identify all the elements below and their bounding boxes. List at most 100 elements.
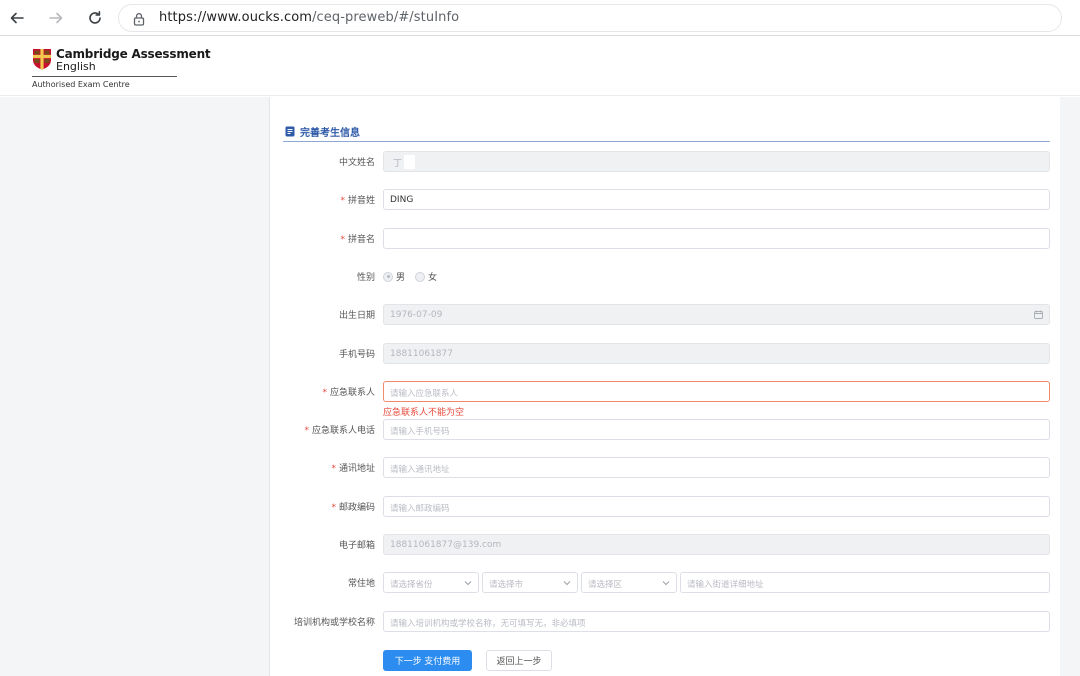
gender-female-radio[interactable] — [415, 271, 426, 282]
redaction-patch — [404, 155, 416, 169]
city-select[interactable]: 请选择市 — [482, 572, 578, 593]
school-label: 培训机构或学校名称 — [293, 618, 375, 628]
next-pay-button[interactable]: 下一步 支付费用 — [383, 650, 472, 671]
chinese-name-input[interactable]: 丁 — [383, 151, 1050, 172]
email-value: 18811061877@139.com — [390, 540, 502, 550]
gender-radio-group: 男 女 — [383, 270, 447, 283]
province-select[interactable]: 请选择省份 — [383, 572, 479, 593]
logo-subtitle: English — [56, 60, 96, 73]
row-pinyin-given: * 拼音名 — [271, 228, 1060, 250]
row-pinyin-surname: * 拼音姓 DING — [271, 189, 1060, 211]
row-email: 电子邮箱 18811061877@139.com — [271, 534, 1060, 556]
forward-button[interactable] — [44, 6, 68, 30]
postcode-input[interactable]: 请输入邮政编码 — [383, 496, 1050, 517]
address-placeholder: 请输入通讯地址 — [390, 465, 450, 475]
gender-female-label[interactable]: 女 — [428, 270, 437, 283]
province-placeholder: 请选择省份 — [390, 580, 433, 590]
emergency-contact-input[interactable]: 请输入应急联系人 — [383, 381, 1050, 402]
pinyin-given-label: * 拼音名 — [340, 235, 375, 245]
street-input[interactable]: 请输入街道详细地址 — [680, 572, 1050, 593]
chinese-name-value: 丁 — [393, 158, 403, 169]
address-bar[interactable]: https://www.oucks.com/ceq-preweb/#/stuIn… — [118, 4, 1062, 32]
phone-value: 18811061877 — [390, 349, 453, 359]
row-emergency-contact: * 应急联系人 请输入应急联系人 应急联系人不能为空 — [271, 381, 1060, 418]
row-address: * 通讯地址 请输入通讯地址 — [271, 457, 1060, 479]
pinyin-surname-label: * 拼音姓 — [340, 196, 375, 206]
email-input[interactable]: 18811061877@139.com — [383, 534, 1050, 555]
right-gutter — [1060, 97, 1080, 676]
chevron-down-icon — [662, 581, 670, 586]
reload-icon — [89, 11, 101, 24]
document-icon — [285, 126, 295, 136]
emergency-contact-placeholder: 请输入应急联系人 — [390, 389, 459, 399]
reload-button[interactable] — [83, 6, 107, 30]
section-title: 完善考生信息 — [300, 127, 360, 139]
gender-male-radio[interactable] — [383, 271, 393, 282]
address-label: * 通讯地址 — [331, 464, 375, 474]
browser-toolbar: https://www.oucks.com/ceq-preweb/#/stuIn… — [0, 0, 1080, 36]
required-mark: * — [322, 388, 327, 398]
phone-label: 手机号码 — [338, 350, 375, 360]
logo-title: Cambridge Assessment — [56, 47, 211, 61]
url-text: https://www.oucks.com/ceq-preweb/#/stuIn… — [159, 10, 459, 25]
email-label: 电子邮箱 — [338, 541, 375, 551]
row-residence: 常住地 请选择省份 请选择市 请选择区 请输入街道详细地址 — [271, 572, 1060, 594]
chevron-down-icon — [563, 581, 571, 586]
required-mark: * — [331, 464, 336, 474]
postcode-placeholder: 请输入邮政编码 — [390, 504, 450, 514]
street-placeholder: 请输入街道详细地址 — [687, 580, 764, 590]
emergency-phone-placeholder: 请输入手机号码 — [390, 427, 450, 437]
school-placeholder: 请输入培训机构或学校名称，无可填写无，非必填项 — [390, 619, 586, 629]
cambridge-crest-icon — [33, 49, 51, 70]
row-birthdate: 出生日期 1976-07-09 — [271, 304, 1060, 326]
chevron-down-icon — [464, 581, 472, 586]
row-postcode: * 邮政编码 请输入邮政编码 — [271, 496, 1060, 518]
city-placeholder: 请选择市 — [489, 580, 524, 590]
calendar-icon — [1034, 310, 1043, 319]
pinyin-surname-input[interactable]: DING — [383, 189, 1050, 210]
pinyin-given-input[interactable] — [383, 228, 1050, 249]
address-input[interactable]: 请输入通讯地址 — [383, 457, 1050, 478]
chinese-name-label: 中文姓名 — [338, 158, 375, 168]
row-school: 培训机构或学校名称 请输入培训机构或学校名称，无可填写无，非必填项 — [271, 611, 1060, 633]
arrow-left-icon — [10, 12, 24, 24]
school-input[interactable]: 请输入培训机构或学校名称，无可填写无，非必填项 — [383, 611, 1050, 632]
emergency-phone-input[interactable]: 请输入手机号码 — [383, 419, 1050, 440]
url-host: https://www.oucks.com — [159, 10, 313, 25]
logo-tagline: Authorised Exam Centre — [32, 80, 130, 89]
row-gender: 性别 男 女 — [271, 266, 1060, 288]
logo-divider — [32, 76, 177, 77]
url-path: /ceq-preweb/#/stuInfo — [312, 10, 460, 25]
required-mark: * — [340, 235, 345, 245]
back-step-button[interactable]: 返回上一步 — [486, 650, 552, 671]
birthdate-input[interactable]: 1976-07-09 — [383, 304, 1050, 325]
residence-label: 常住地 — [347, 579, 375, 589]
row-emergency-phone: * 应急联系人电话 请输入手机号码 — [271, 419, 1060, 441]
chinese-name-value-box: 丁 — [390, 155, 418, 169]
district-placeholder: 请选择区 — [588, 580, 623, 590]
emergency-phone-label: * 应急联系人电话 — [304, 426, 375, 436]
postcode-label: * 邮政编码 — [331, 503, 375, 513]
district-select[interactable]: 请选择区 — [581, 572, 677, 593]
form-container: 完善考生信息 中文姓名 丁 * 拼音姓 DING * 拼音名 性别 男 女 出生… — [271, 97, 1060, 676]
cambridge-logo[interactable]: Cambridge Assessment English Authorised … — [32, 47, 211, 92]
emergency-contact-error: 应急联系人不能为空 — [383, 408, 465, 418]
row-phone: 手机号码 18811061877 — [271, 343, 1060, 365]
birthdate-value: 1976-07-09 — [390, 310, 443, 320]
required-mark: * — [340, 196, 345, 206]
gender-male-label[interactable]: 男 — [396, 270, 405, 283]
phone-input[interactable]: 18811061877 — [383, 343, 1050, 364]
emergency-contact-label: * 应急联系人 — [322, 388, 375, 398]
row-chinese-name: 中文姓名 丁 — [271, 151, 1060, 173]
section-header: 完善考生信息 — [285, 123, 360, 139]
left-sidebar-background — [0, 97, 270, 676]
site-header: Cambridge Assessment English Authorised … — [0, 37, 1080, 96]
required-mark: * — [304, 426, 309, 436]
gender-label: 性别 — [356, 273, 375, 283]
required-mark: * — [331, 503, 336, 513]
pinyin-surname-value: DING — [390, 195, 414, 205]
section-divider — [283, 141, 1050, 142]
lock-icon — [133, 13, 145, 26]
back-button[interactable] — [5, 6, 29, 30]
birthdate-label: 出生日期 — [338, 311, 375, 321]
